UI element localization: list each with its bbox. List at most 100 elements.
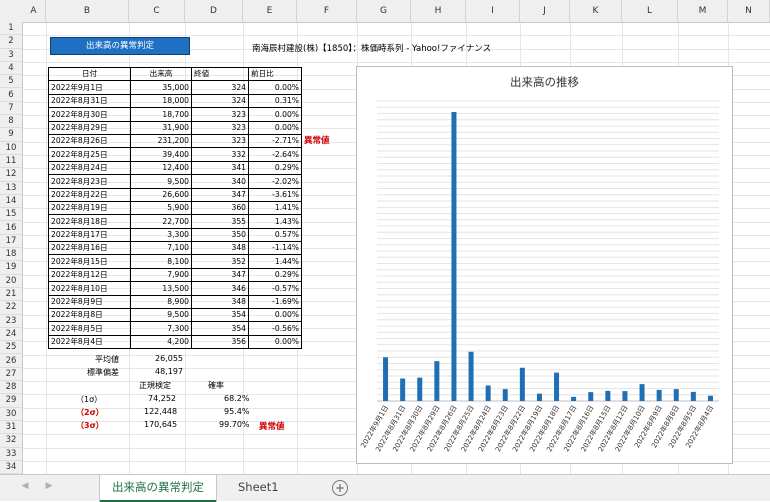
row-header-15[interactable]: 15	[0, 208, 22, 222]
row-header-9[interactable]: 9	[0, 128, 22, 142]
volume-cell[interactable]: 13,500	[130, 281, 192, 296]
column-header-C[interactable]: C	[129, 0, 185, 22]
column-header-I[interactable]: I	[466, 0, 520, 22]
date-cell[interactable]: 2022年8月18日	[48, 214, 131, 229]
close-cell[interactable]: 350	[191, 227, 249, 243]
close-cell[interactable]: 354	[191, 321, 249, 336]
change-cell[interactable]: 0.00%	[248, 334, 302, 350]
date-cell[interactable]: 2022年8月15日	[48, 254, 131, 269]
close-cell[interactable]: 323	[191, 107, 249, 122]
row-header-30[interactable]: 30	[0, 408, 22, 421]
close-cell[interactable]: 324	[191, 93, 249, 109]
column-header-J[interactable]: J	[520, 0, 570, 22]
volume-cell[interactable]: 8,900	[130, 294, 192, 310]
row-header-1[interactable]: 1	[0, 22, 22, 36]
volume-cell[interactable]: 7,900	[130, 267, 192, 283]
scroll-right-icon[interactable]: ▶	[44, 481, 54, 493]
row-header-20[interactable]: 20	[0, 275, 22, 288]
change-cell[interactable]: -2.71%	[248, 133, 302, 149]
date-cell[interactable]: 2022年8月5日	[48, 321, 131, 336]
change-cell[interactable]: -2.64%	[248, 147, 302, 162]
change-cell[interactable]: 0.00%	[248, 80, 302, 95]
row-header-31[interactable]: 31	[0, 421, 22, 435]
row-header-26[interactable]: 26	[0, 355, 22, 368]
close-cell[interactable]: 347	[191, 267, 249, 283]
row-header-32[interactable]: 32	[0, 434, 22, 448]
change-cell[interactable]: 0.00%	[248, 107, 302, 122]
column-header-K[interactable]: K	[570, 0, 622, 22]
row-header-29[interactable]: 29	[0, 394, 22, 408]
volume-chart[interactable]: 出来高の推移 2022年9月1日 2022年8月31日 2022年8月30日 2022…	[356, 66, 733, 464]
plus-circle-icon[interactable]: +	[332, 480, 348, 496]
date-cell[interactable]: 2022年8月30日	[48, 107, 131, 122]
close-cell[interactable]: 348	[191, 294, 249, 310]
close-cell[interactable]: 323	[191, 120, 249, 135]
column-header-H[interactable]: H	[411, 0, 466, 22]
column-header-E[interactable]: E	[243, 0, 297, 22]
change-cell[interactable]: 0.00%	[248, 120, 302, 135]
change-cell[interactable]: 1.43%	[248, 214, 302, 229]
header-date[interactable]: 日付	[48, 66, 131, 82]
volume-cell[interactable]: 3,300	[130, 227, 192, 243]
row-header-7[interactable]: 7	[0, 102, 22, 116]
date-cell[interactable]: 2022年8月17日	[48, 227, 131, 243]
date-cell[interactable]: 2022年8月4日	[48, 334, 131, 350]
date-cell[interactable]: 2022年9月1日	[48, 80, 131, 95]
date-cell[interactable]: 2022年8月26日	[48, 133, 131, 149]
anomaly-check-button[interactable]: 出来高の異常判定	[50, 37, 190, 55]
volume-cell[interactable]: 39,400	[130, 147, 192, 162]
row-header-8[interactable]: 8	[0, 115, 22, 129]
volume-cell[interactable]: 31,900	[130, 120, 192, 135]
volume-cell[interactable]: 7,300	[130, 321, 192, 336]
close-cell[interactable]: 341	[191, 160, 249, 176]
change-cell[interactable]: 0.29%	[248, 267, 302, 283]
row-header-18[interactable]: 18	[0, 248, 22, 262]
row-header-24[interactable]: 24	[0, 328, 22, 342]
date-cell[interactable]: 2022年8月23日	[48, 174, 131, 189]
date-cell[interactable]: 2022年8月31日	[48, 93, 131, 109]
close-cell[interactable]: 347	[191, 187, 249, 202]
column-header-L[interactable]: L	[622, 0, 678, 22]
change-cell[interactable]: -1.14%	[248, 241, 302, 256]
row-header-17[interactable]: 17	[0, 235, 22, 249]
change-cell[interactable]: 1.44%	[248, 254, 302, 269]
row-header-11[interactable]: 11	[0, 155, 22, 169]
change-cell[interactable]: -2.02%	[248, 174, 302, 189]
change-cell[interactable]: -1.69%	[248, 294, 302, 310]
change-cell[interactable]: -0.56%	[248, 321, 302, 336]
date-cell[interactable]: 2022年8月22日	[48, 187, 131, 202]
row-header-3[interactable]: 3	[0, 49, 22, 62]
close-cell[interactable]: 340	[191, 174, 249, 189]
change-cell[interactable]: 0.57%	[248, 227, 302, 243]
close-cell[interactable]: 332	[191, 147, 249, 162]
row-header-14[interactable]: 14	[0, 195, 22, 209]
column-header-B[interactable]: B	[46, 0, 129, 22]
column-header-D[interactable]: D	[185, 0, 243, 22]
volume-cell[interactable]: 9,500	[130, 174, 192, 189]
change-cell[interactable]: 0.31%	[248, 93, 302, 109]
volume-cell[interactable]: 9,500	[130, 308, 192, 323]
row-header-19[interactable]: 19	[0, 261, 22, 275]
close-cell[interactable]: 360	[191, 200, 249, 216]
column-header-F[interactable]: F	[297, 0, 357, 22]
volume-cell[interactable]: 4,200	[130, 334, 192, 350]
change-cell[interactable]: 0.00%	[248, 308, 302, 323]
volume-cell[interactable]: 12,400	[130, 160, 192, 176]
close-cell[interactable]: 352	[191, 254, 249, 269]
close-cell[interactable]: 346	[191, 281, 249, 296]
row-header-33[interactable]: 33	[0, 448, 22, 461]
volume-cell[interactable]: 35,000	[130, 80, 192, 95]
tab-anomaly-check[interactable]: 出来高の異常判定	[100, 475, 216, 502]
row-header-10[interactable]: 10	[0, 142, 22, 155]
volume-cell[interactable]: 8,100	[130, 254, 192, 269]
close-cell[interactable]: 348	[191, 241, 249, 256]
row-header-16[interactable]: 16	[0, 222, 22, 235]
row-header-12[interactable]: 12	[0, 168, 22, 182]
row-header-28[interactable]: 28	[0, 381, 22, 395]
close-cell[interactable]: 323	[191, 133, 249, 149]
tab-sheet1[interactable]: Sheet1	[226, 475, 291, 500]
date-cell[interactable]: 2022年8月25日	[48, 147, 131, 162]
date-cell[interactable]: 2022年8月10日	[48, 281, 131, 296]
date-cell[interactable]: 2022年8月24日	[48, 160, 131, 176]
volume-cell[interactable]: 22,700	[130, 214, 192, 229]
